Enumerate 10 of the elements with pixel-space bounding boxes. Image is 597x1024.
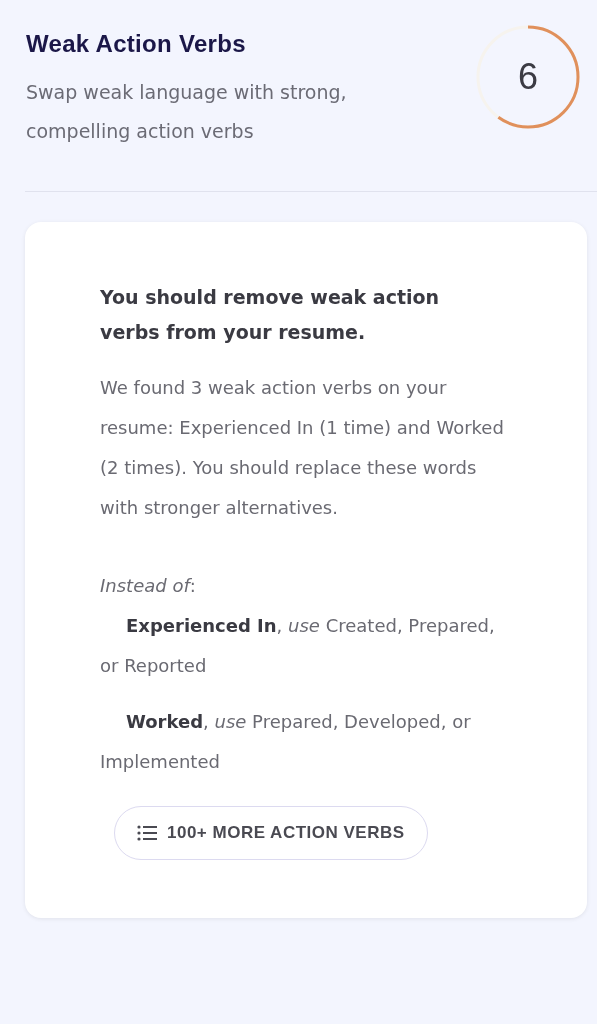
section-subtitle: Swap weak language with strong, compelling action verbs [26,80,348,144]
verb-suggestion: Worked, use Prepared, Developed, or Implemented [100,710,472,774]
card-heading: You should remove weak action verbs from your resume. [100,285,441,345]
score-value: 6 [518,56,538,98]
more-verbs-button[interactable]: 100+ MORE ACTION VERBS [114,806,428,860]
card-description: We found 3 weak action verbs on your resume: Experienced In (1 time) and Worked (2 times). You should replace these words with stronger alternatives. [100,376,505,520]
section-title: Weak Action Verbs [26,30,247,58]
instead-label: Instead of: [100,574,197,598]
list-icon [137,825,157,841]
verb-suggestion: Experienced In, use Created, Prepared, or Reported [100,614,496,678]
